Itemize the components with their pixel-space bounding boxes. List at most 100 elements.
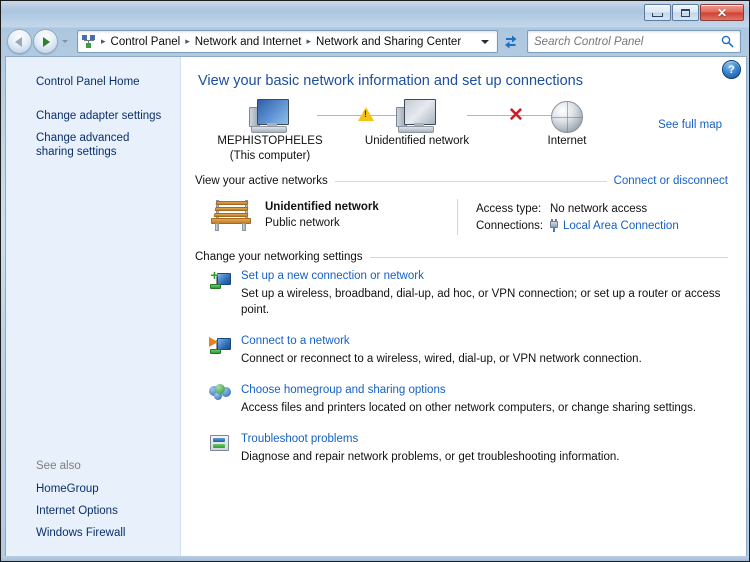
internet-globe-icon xyxy=(492,97,642,133)
refresh-button[interactable] xyxy=(499,30,523,53)
maximize-icon xyxy=(681,8,690,17)
access-type-label: Access type: xyxy=(476,203,542,215)
client-area: Control Panel Home Change adapter settin… xyxy=(5,56,747,558)
active-networks-header: View your active networks Connect or dis… xyxy=(195,175,728,187)
homegroup-icon xyxy=(209,384,231,406)
setting-description: Access files and printers located on oth… xyxy=(241,402,697,414)
sidebar-item-homegroup[interactable]: HomeGroup xyxy=(6,478,180,500)
detail-row-access-type: Access type: No network access xyxy=(476,201,679,218)
forward-arrow-icon xyxy=(43,36,50,47)
setting-description: Connect or reconnect to a wireless, wire… xyxy=(241,353,642,365)
divider-line xyxy=(334,180,607,182)
title-bar xyxy=(1,1,749,28)
setting-link[interactable]: Troubleshoot problems xyxy=(241,432,728,447)
see-full-map-link[interactable]: See full map xyxy=(658,119,722,131)
setting-item-set-up-new-connection[interactable]: + Set up a new connection or network Set… xyxy=(195,268,728,334)
active-networks-header-label: View your active networks xyxy=(195,175,328,187)
map-node-internet[interactable]: Internet xyxy=(492,97,642,148)
search-icon[interactable] xyxy=(721,35,740,48)
close-icon: ✕ xyxy=(716,5,728,20)
this-computer-icon xyxy=(195,97,345,133)
maximize-button[interactable] xyxy=(672,4,699,21)
window-frame: ✕ ▸ Control Panel ▸ Network and Internet… xyxy=(0,0,750,562)
minimize-icon xyxy=(652,13,663,17)
local-area-connection-link[interactable]: Local Area Connection xyxy=(563,220,679,232)
search-input[interactable] xyxy=(528,35,721,48)
new-connection-icon: + xyxy=(209,268,231,292)
setting-link[interactable]: Set up a new connection or network xyxy=(241,269,728,284)
search-box[interactable] xyxy=(527,30,741,53)
active-network-name: Unidentified network xyxy=(265,201,379,213)
setting-item-troubleshoot-problems[interactable]: Troubleshoot problems Diagnose and repai… xyxy=(195,432,728,481)
refresh-icon xyxy=(505,35,517,49)
connections-value: Local Area Connection xyxy=(550,218,679,235)
chevron-down-icon xyxy=(481,39,489,44)
active-network-text: Unidentified network Public network xyxy=(265,199,379,231)
close-button[interactable]: ✕ xyxy=(700,4,744,21)
setting-item-homegroup-sharing[interactable]: Choose homegroup and sharing options Acc… xyxy=(195,383,728,432)
connect-to-network-icon xyxy=(209,335,231,357)
setting-text: Connect to a network Connect or reconnec… xyxy=(241,334,728,367)
address-bar[interactable]: ▸ Control Panel ▸ Network and Internet ▸… xyxy=(77,30,498,53)
back-arrow-icon xyxy=(15,36,22,47)
setting-text: Set up a new connection or network Set u… xyxy=(241,269,728,318)
setting-link[interactable]: Connect to a network xyxy=(241,334,728,349)
networking-settings-header-label: Change your networking settings xyxy=(195,251,363,263)
address-dropdown-button[interactable] xyxy=(475,39,497,44)
active-network-details: Access type: No network access Connectio… xyxy=(476,199,679,235)
back-button[interactable] xyxy=(7,29,32,54)
sidebar: Control Panel Home Change adapter settin… xyxy=(6,57,181,558)
breadcrumb-separator-1: ▸ xyxy=(185,36,190,46)
see-also-section: See also HomeGroup Internet Options Wind… xyxy=(6,457,180,544)
setting-description: Diagnose and repair network problems, or… xyxy=(241,451,620,463)
breadcrumb-separator-0: ▸ xyxy=(101,36,106,46)
map-node-this-computer[interactable]: MEPHISTOPHELES (This computer) xyxy=(195,97,345,163)
breadcrumb-item-network-and-sharing-center[interactable]: Network and Sharing Center xyxy=(313,34,464,50)
sidebar-item-internet-options[interactable]: Internet Options xyxy=(6,500,180,522)
networking-settings-list: + Set up a new connection or network Set… xyxy=(195,268,728,481)
active-network-row: Unidentified network Public network Acce… xyxy=(195,193,728,245)
troubleshoot-icon xyxy=(209,433,231,455)
access-type-value: No network access xyxy=(550,203,648,215)
sidebar-item-windows-firewall[interactable]: Windows Firewall xyxy=(6,522,180,544)
breadcrumb-item-network-and-internet[interactable]: Network and Internet xyxy=(192,34,305,50)
network-map: ✕ MEPHISTOPHELES (This computer) xyxy=(195,97,728,169)
connections-label: Connections: xyxy=(476,220,544,232)
sidebar-item-change-adapter-settings[interactable]: Change adapter settings xyxy=(6,105,180,127)
networking-settings-header: Change your networking settings xyxy=(195,251,728,263)
vertical-divider xyxy=(457,199,458,235)
setting-description: Set up a wireless, broadband, dial-up, a… xyxy=(241,288,721,316)
setting-item-connect-to-network[interactable]: Connect to a network Connect or reconnec… xyxy=(195,334,728,383)
help-button[interactable]: ? xyxy=(722,60,741,79)
active-network-identity[interactable]: Unidentified network Public network xyxy=(195,199,457,231)
setting-text: Choose homegroup and sharing options Acc… xyxy=(241,383,728,416)
connect-or-disconnect-link[interactable]: Connect or disconnect xyxy=(614,175,728,187)
window-bottom-frame xyxy=(1,556,749,561)
ethernet-plug-icon xyxy=(550,219,558,232)
caption-button-group: ✕ xyxy=(644,4,744,21)
breadcrumb: ▸ Control Panel ▸ Network and Internet ▸… xyxy=(99,34,464,50)
sidebar-item-change-advanced-sharing-settings[interactable]: Change advanced sharing settings xyxy=(6,127,180,163)
breadcrumb-separator-2: ▸ xyxy=(306,36,312,46)
recent-pages-button[interactable] xyxy=(59,30,71,53)
map-node-label-line1: Unidentified network xyxy=(364,135,470,147)
unidentified-network-icon xyxy=(342,97,492,133)
chevron-down-icon xyxy=(62,40,68,43)
see-also-title: See also xyxy=(36,460,81,472)
park-bench-icon xyxy=(209,199,253,231)
navigation-toolbar: ▸ Control Panel ▸ Network and Internet ▸… xyxy=(1,28,749,55)
nav-button-group xyxy=(7,29,71,54)
minimize-button[interactable] xyxy=(644,4,671,21)
map-node-label-line1: Internet xyxy=(547,135,587,147)
sidebar-item-control-panel-home[interactable]: Control Panel Home xyxy=(6,71,180,93)
control-panel-icon xyxy=(82,34,96,49)
forward-button[interactable] xyxy=(33,29,58,54)
main-content: ? View your basic network information an… xyxy=(181,57,746,558)
breadcrumb-item-control-panel[interactable]: Control Panel xyxy=(108,34,184,50)
map-node-unidentified-network[interactable]: Unidentified network xyxy=(342,97,492,148)
detail-row-connections: Connections: Local Area Connection xyxy=(476,218,679,235)
divider-line xyxy=(369,256,728,258)
setting-link[interactable]: Choose homegroup and sharing options xyxy=(241,383,728,398)
help-icon: ? xyxy=(722,60,741,79)
